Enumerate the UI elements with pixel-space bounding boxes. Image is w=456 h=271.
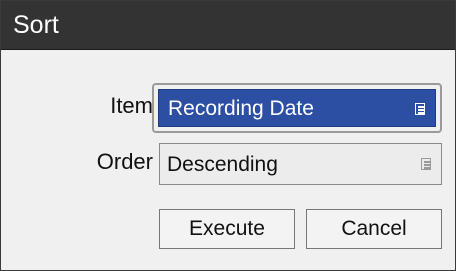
order-select[interactable]: Descending	[159, 143, 442, 185]
item-select[interactable]: Recording Date	[152, 83, 442, 133]
cancel-button[interactable]: Cancel	[306, 209, 442, 249]
item-label: Item	[110, 93, 153, 118]
execute-button[interactable]: Execute	[159, 209, 295, 249]
item-select-highlight: Recording Date	[158, 89, 436, 127]
title-bar: Sort	[1, 1, 455, 50]
order-select-value: Descending	[167, 153, 278, 176]
dialog-title: Sort	[13, 11, 59, 39]
list-icon	[421, 158, 431, 170]
list-icon	[415, 103, 425, 115]
item-select-value: Recording Date	[168, 97, 314, 120]
sort-dialog: Sort Item Recording Date Order Descendin…	[0, 0, 456, 271]
order-label: Order	[96, 149, 153, 174]
